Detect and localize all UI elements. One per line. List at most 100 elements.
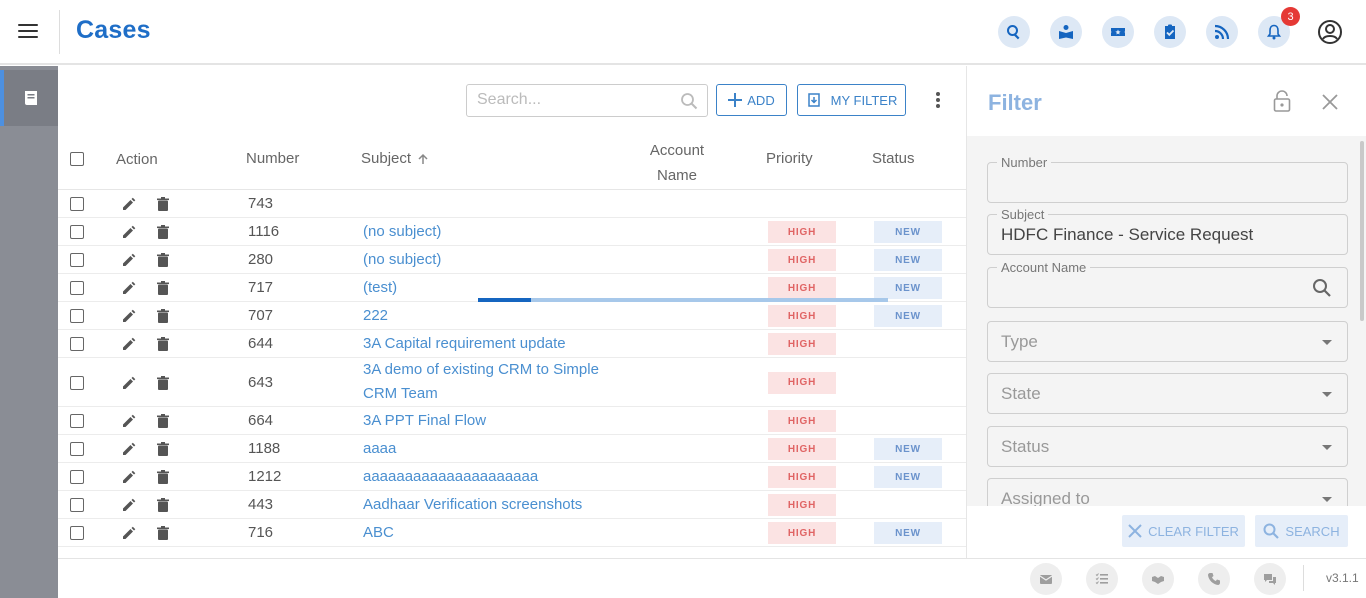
- pencil-icon[interactable]: [121, 224, 137, 240]
- pencil-icon[interactable]: [121, 375, 137, 391]
- table-row[interactable]: 280 (no subject) HIGH NEW: [58, 246, 966, 274]
- search-input[interactable]: [477, 85, 677, 115]
- row-checkbox[interactable]: [70, 337, 84, 351]
- case-subject-link[interactable]: 222: [363, 304, 623, 328]
- column-header-priority[interactable]: Priority: [766, 150, 813, 167]
- case-number: 664: [248, 412, 274, 429]
- column-header-account-name[interactable]: Account Name: [648, 138, 706, 188]
- column-header-status[interactable]: Status: [872, 150, 915, 167]
- case-subject-link[interactable]: 3A PPT Final Flow: [363, 409, 623, 433]
- lock-open-icon[interactable]: [1273, 90, 1291, 112]
- pencil-icon[interactable]: [121, 280, 137, 296]
- case-subject-link[interactable]: aaaa: [363, 437, 623, 461]
- feed-button[interactable]: [1206, 16, 1238, 48]
- case-subject-link[interactable]: Aadhaar Verification screenshots: [363, 493, 623, 517]
- chevron-down-icon: [1322, 340, 1332, 345]
- search-icon[interactable]: [1312, 278, 1332, 298]
- table-row[interactable]: 1116 (no subject) HIGH NEW: [58, 218, 966, 246]
- case-subject-link[interactable]: 3A Capital requirement update: [363, 332, 623, 356]
- trash-icon[interactable]: [155, 280, 171, 296]
- chat-button[interactable]: [1254, 563, 1286, 595]
- pencil-icon[interactable]: [121, 497, 137, 513]
- pencil-icon[interactable]: [121, 196, 137, 212]
- case-subject-link[interactable]: ABC: [363, 521, 623, 545]
- ticket-button[interactable]: [1102, 16, 1134, 48]
- pencil-icon[interactable]: [121, 469, 137, 485]
- status-select[interactable]: Status: [987, 426, 1348, 467]
- filter-scrollbar[interactable]: [1360, 141, 1364, 321]
- meetings-button[interactable]: [1142, 563, 1174, 595]
- table-row[interactable]: 664 3A PPT Final Flow HIGH: [58, 407, 966, 435]
- trash-icon[interactable]: [155, 441, 171, 457]
- select-all-checkbox[interactable]: [70, 152, 84, 166]
- table-row[interactable]: 707 222 HIGH NEW: [58, 302, 966, 330]
- calls-button[interactable]: [1198, 563, 1230, 595]
- table-row[interactable]: 643 3A demo of existing CRM to Simple CRM…: [58, 358, 966, 407]
- table-row[interactable]: 716 ABC HIGH NEW: [58, 519, 966, 547]
- filter-panel: Filter Number Subject HDFC Finance - Ser…: [966, 66, 1366, 558]
- case-subject-link[interactable]: (test): [363, 276, 623, 300]
- search-filter-button[interactable]: SEARCH: [1255, 515, 1348, 547]
- tasks-button[interactable]: [1154, 16, 1186, 48]
- my-filter-button[interactable]: MY FILTER: [797, 84, 906, 116]
- table-row[interactable]: 1212 aaaaaaaaaaaaaaaaaaaaa HIGH NEW: [58, 463, 966, 491]
- trash-icon[interactable]: [155, 525, 171, 541]
- column-header-subject[interactable]: Subject: [361, 150, 429, 167]
- case-subject-link[interactable]: (no subject): [363, 220, 623, 244]
- trash-icon[interactable]: [155, 224, 171, 240]
- number-field[interactable]: Number: [987, 155, 1348, 203]
- case-number: 743: [248, 195, 274, 212]
- rail-item-cases[interactable]: [0, 70, 58, 126]
- type-select[interactable]: Type: [987, 321, 1348, 362]
- trash-icon[interactable]: [155, 375, 171, 391]
- pencil-icon[interactable]: [121, 336, 137, 352]
- tasks-button[interactable]: [1086, 563, 1118, 595]
- table-row[interactable]: 743: [58, 190, 966, 218]
- menu-icon[interactable]: [18, 24, 38, 40]
- row-checkbox[interactable]: [70, 470, 84, 484]
- row-checkbox[interactable]: [70, 309, 84, 323]
- case-subject-link[interactable]: (no subject): [363, 248, 623, 272]
- close-icon[interactable]: [1321, 93, 1339, 111]
- priority-badge: HIGH: [768, 249, 836, 271]
- trash-icon[interactable]: [155, 196, 171, 212]
- table-row[interactable]: 1188 aaaa HIGH NEW: [58, 435, 966, 463]
- trash-icon[interactable]: [155, 413, 171, 429]
- pencil-icon[interactable]: [121, 252, 137, 268]
- table-row[interactable]: 644 3A Capital requirement update HIGH: [58, 330, 966, 358]
- email-button[interactable]: [1030, 563, 1062, 595]
- clear-filter-button[interactable]: CLEAR FILTER: [1122, 515, 1245, 547]
- case-subject-link[interactable]: 3A demo of existing CRM to Simple CRM Te…: [363, 358, 623, 406]
- trash-icon[interactable]: [155, 469, 171, 485]
- row-checkbox[interactable]: [70, 414, 84, 428]
- pencil-icon[interactable]: [121, 413, 137, 429]
- trash-icon[interactable]: [155, 252, 171, 268]
- knowledge-button[interactable]: [1050, 16, 1082, 48]
- trash-icon[interactable]: [155, 308, 171, 324]
- row-checkbox[interactable]: [70, 442, 84, 456]
- column-header-number[interactable]: Number: [246, 150, 299, 167]
- row-checkbox[interactable]: [70, 526, 84, 540]
- pencil-icon[interactable]: [121, 441, 137, 457]
- subject-field[interactable]: Subject HDFC Finance - Service Request: [987, 207, 1348, 255]
- account-name-field[interactable]: Account Name: [987, 260, 1348, 308]
- pencil-icon[interactable]: [121, 525, 137, 541]
- case-subject-link[interactable]: aaaaaaaaaaaaaaaaaaaaa: [363, 465, 623, 489]
- account-icon[interactable]: [1317, 19, 1343, 45]
- row-checkbox[interactable]: [70, 281, 84, 295]
- search-button[interactable]: [998, 16, 1030, 48]
- row-checkbox[interactable]: [70, 375, 84, 390]
- search-icon[interactable]: [680, 92, 698, 110]
- add-button[interactable]: ADD: [716, 84, 787, 116]
- trash-icon[interactable]: [155, 497, 171, 513]
- table-row[interactable]: 443 Aadhaar Verification screenshots HIGH: [58, 491, 966, 519]
- pencil-icon[interactable]: [121, 308, 137, 324]
- assigned-to-select[interactable]: Assigned to: [987, 478, 1348, 506]
- row-checkbox[interactable]: [70, 225, 84, 239]
- row-checkbox[interactable]: [70, 253, 84, 267]
- row-checkbox[interactable]: [70, 197, 84, 211]
- more-options-icon[interactable]: [936, 92, 940, 108]
- row-checkbox[interactable]: [70, 498, 84, 512]
- state-select[interactable]: State: [987, 373, 1348, 414]
- trash-icon[interactable]: [155, 336, 171, 352]
